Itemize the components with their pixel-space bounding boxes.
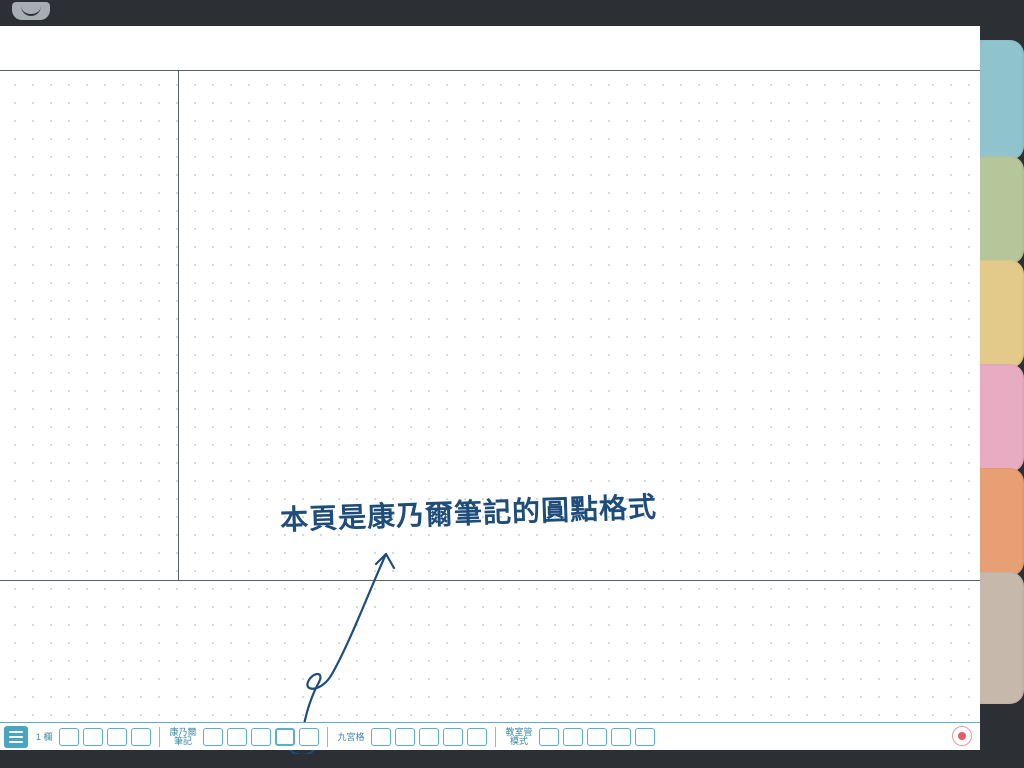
page-header-band (0, 26, 980, 70)
toolbar-divider (495, 727, 496, 747)
tab-5[interactable] (980, 468, 1024, 576)
tab-6[interactable] (980, 572, 1024, 704)
cornell-top-line (0, 70, 980, 71)
toolbar-divider (327, 727, 328, 747)
bottom-toolbar: 1 欄 康乃爾筆記 九宮格 教室管模式 (0, 722, 980, 750)
classroom-2-button[interactable] (563, 728, 583, 746)
classroom-5-button[interactable] (635, 728, 655, 746)
pull-down-handle[interactable] (12, 2, 50, 20)
handwritten-arrow (260, 524, 420, 754)
group-ninegrid-label: 九宮格 (334, 730, 369, 743)
cornell-variant-2-button[interactable] (227, 728, 247, 746)
cornell-variant-3-button[interactable] (251, 728, 271, 746)
ninegrid-4-button[interactable] (443, 728, 463, 746)
layout-2col-button[interactable] (83, 728, 103, 746)
layout-1col-button[interactable] (59, 728, 79, 746)
cornell-variant-1-button[interactable] (203, 728, 223, 746)
group-cornell-label: 康乃爾筆記 (166, 728, 201, 746)
classroom-1-button[interactable] (539, 728, 559, 746)
tab-4[interactable] (980, 364, 1024, 472)
cornell-variant-4-button[interactable] (275, 728, 295, 746)
side-tab-strip (980, 26, 1024, 750)
dot-grid-background (0, 70, 980, 750)
record-button[interactable] (952, 726, 972, 746)
ninegrid-3-button[interactable] (419, 728, 439, 746)
cornell-variant-5-button[interactable] (299, 728, 319, 746)
tab-3[interactable] (980, 260, 1024, 368)
layout-3col-button[interactable] (107, 728, 127, 746)
classroom-4-button[interactable] (611, 728, 631, 746)
layout-4col-button[interactable] (131, 728, 151, 746)
notebook-page[interactable]: 本頁是康乃爾筆記的圓點格式 1 欄 康乃爾筆記 九宮格 教室管模式 (0, 26, 980, 750)
tab-2[interactable] (980, 156, 1024, 264)
top-system-bar (0, 0, 1024, 26)
menu-button[interactable] (4, 726, 28, 748)
cornell-vertical-line (178, 70, 179, 580)
cornell-summary-line (0, 580, 980, 581)
classroom-3-button[interactable] (587, 728, 607, 746)
ninegrid-5-button[interactable] (467, 728, 487, 746)
page-indicator: 1 欄 (32, 730, 57, 743)
tab-1[interactable] (980, 40, 1024, 160)
group-classroom-label: 教室管模式 (502, 728, 537, 746)
ninegrid-2-button[interactable] (395, 728, 415, 746)
toolbar-divider (159, 727, 160, 747)
ninegrid-1-button[interactable] (371, 728, 391, 746)
